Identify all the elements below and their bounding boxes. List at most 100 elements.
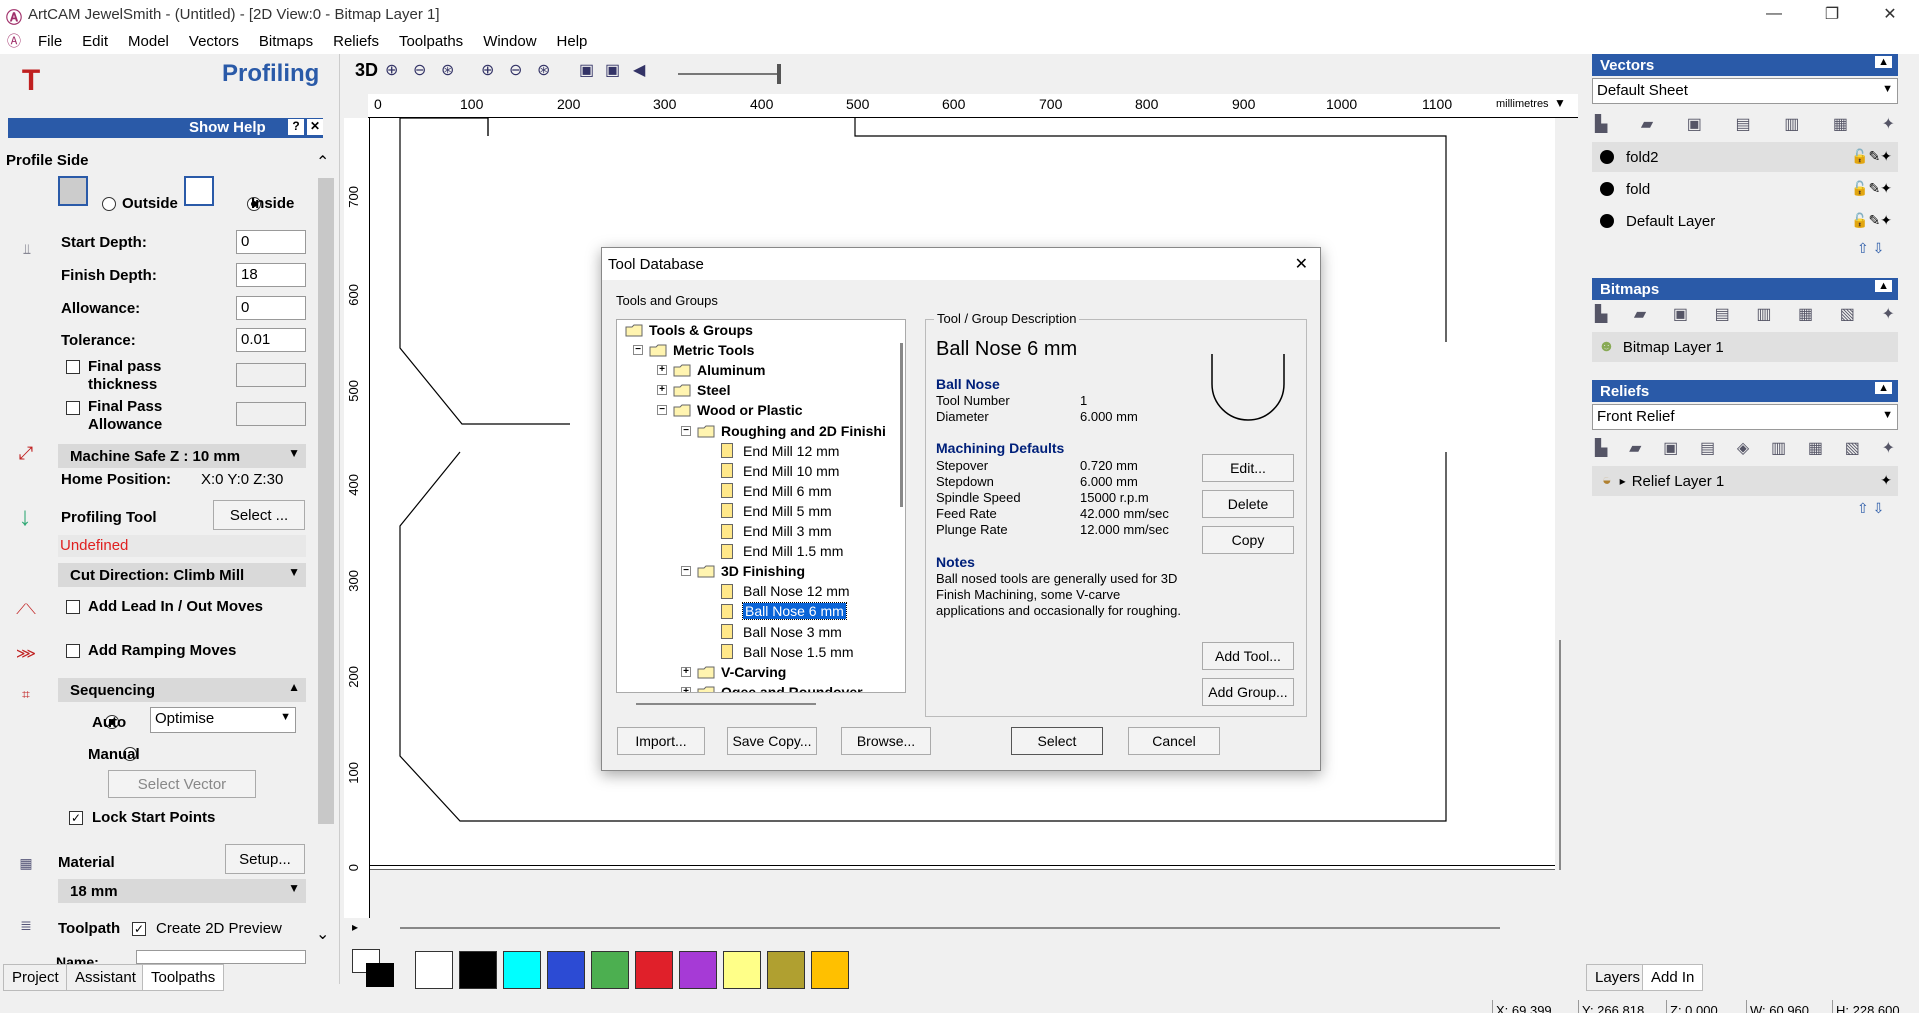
- final-pass-allowance-checkbox[interactable]: [66, 401, 80, 415]
- layer-color-icon[interactable]: [1600, 182, 1614, 196]
- vertical-scrollbar[interactable]: [1559, 640, 1561, 870]
- optimise-select[interactable]: Optimise ▼: [150, 707, 296, 733]
- swatch-amber[interactable]: [811, 951, 849, 989]
- bitmap-overlay-icon[interactable]: ▣: [579, 60, 594, 80]
- tree-group-item[interactable]: + Steel: [657, 380, 730, 400]
- menu-vectors[interactable]: Vectors: [179, 33, 249, 50]
- collapse-up-icon[interactable]: ▲: [1875, 382, 1892, 394]
- outside-radio[interactable]: [102, 197, 116, 211]
- add-group-button[interactable]: Add Group...: [1202, 678, 1294, 706]
- save-icon[interactable]: ▣: [1673, 304, 1688, 328]
- ruler-menu-icon[interactable]: ▼: [1554, 96, 1566, 110]
- menu-file[interactable]: File: [28, 33, 72, 50]
- tolerance-input[interactable]: 0.01: [236, 328, 306, 352]
- new-layer-icon[interactable]: ▙: [1595, 114, 1607, 138]
- tree-tool-item[interactable]: End Mill 6 mm: [721, 481, 832, 501]
- open-folder-icon[interactable]: ▰: [1641, 114, 1653, 138]
- swatch-purple[interactable]: [679, 951, 717, 989]
- open-folder-icon[interactable]: ▰: [1634, 304, 1646, 328]
- import-button[interactable]: Import...: [617, 727, 705, 755]
- relief-visibility-icon[interactable]: ✦: [1880, 472, 1892, 489]
- dialog-close-button[interactable]: ✕: [1295, 254, 1308, 274]
- sheet-select[interactable]: Default Sheet ▼: [1592, 78, 1898, 104]
- dropdown-arrow-icon[interactable]: ▼: [288, 446, 300, 460]
- final-pass-allowance-input[interactable]: [236, 402, 306, 426]
- horizontal-scrollbar[interactable]: [400, 927, 1500, 929]
- secondary-color[interactable]: [366, 963, 394, 987]
- cancel-button[interactable]: Cancel: [1128, 727, 1220, 755]
- collapse-up-icon[interactable]: ⌃: [316, 152, 329, 172]
- expand-plus-icon[interactable]: +: [657, 385, 667, 396]
- zoom-all-icon[interactable]: ⊛: [537, 60, 550, 80]
- dropdown-arrow-icon[interactable]: ▼: [288, 881, 300, 895]
- zoom-box-icon[interactable]: ⊖: [509, 60, 522, 80]
- light-icon[interactable]: ✦: [1882, 304, 1895, 328]
- expand-plus-icon[interactable]: +: [657, 365, 667, 376]
- swatch-white[interactable]: [415, 951, 453, 989]
- tool-tree[interactable]: Tools & Groups − Metric Tools + Aluminum + Ste…: [616, 319, 906, 693]
- allowance-input[interactable]: 0: [236, 296, 306, 320]
- layer-lock-visibility-icons[interactable]: 🔓✎✦: [1851, 212, 1892, 229]
- swatch-cyan[interactable]: [503, 951, 541, 989]
- menu-reliefs[interactable]: Reliefs: [323, 33, 389, 50]
- swatch-green[interactable]: [591, 951, 629, 989]
- grey-icon[interactable]: ▥: [1756, 304, 1771, 328]
- minimize-button[interactable]: —: [1745, 0, 1803, 28]
- expand-plus-icon[interactable]: +: [681, 686, 691, 692]
- save-copy-button[interactable]: Save Copy...: [727, 727, 817, 755]
- scroll-left-icon[interactable]: ▸: [352, 920, 358, 934]
- paste-icon[interactable]: ▤: [1700, 438, 1715, 462]
- edit-tool-button[interactable]: Edit...: [1202, 454, 1294, 482]
- final-pass-thickness-input[interactable]: [236, 363, 306, 387]
- dropdown-arrow-icon[interactable]: ▼: [280, 711, 291, 723]
- dropdown-arrow-icon[interactable]: ▼: [1882, 409, 1893, 421]
- tree-group-item[interactable]: − Roughing and 2D Finishi: [681, 421, 886, 441]
- copy-tool-button[interactable]: Copy: [1202, 526, 1294, 554]
- vectors-header[interactable]: Vectors ▲: [1592, 54, 1898, 76]
- move-relief-arrows-icon[interactable]: ⇧ ⇩: [1857, 500, 1884, 517]
- layer-color-icon[interactable]: [1600, 214, 1614, 228]
- select-tool-button[interactable]: Select ...: [213, 500, 305, 530]
- tree-tool-item[interactable]: End Mill 12 mm: [721, 441, 839, 461]
- delete-icon[interactable]: ▧: [1840, 304, 1855, 328]
- tree-tool-item[interactable]: Ball Nose 3 mm: [721, 622, 842, 642]
- lead-in-checkbox[interactable]: [66, 600, 80, 614]
- relief-image-icon[interactable]: ▦: [1808, 438, 1823, 462]
- collapse-up-icon[interactable]: ▲: [1875, 56, 1892, 68]
- maximize-button[interactable]: ❐: [1803, 0, 1861, 28]
- tree-horizontal-scrollbar[interactable]: [636, 703, 816, 705]
- material-setup-button[interactable]: Setup...: [225, 844, 305, 874]
- swatch-olive[interactable]: [767, 951, 805, 989]
- tree-tool-item[interactable]: End Mill 1.5 mm: [721, 541, 843, 561]
- final-pass-thickness-checkbox[interactable]: [66, 360, 80, 374]
- view-3d-button[interactable]: 3D: [355, 60, 378, 81]
- expand-arrow-icon[interactable]: ▸: [1620, 474, 1626, 488]
- properties-icon[interactable]: ▥: [1771, 438, 1786, 462]
- help-close-icon[interactable]: ✕: [307, 119, 323, 135]
- combine-icon[interactable]: ◈: [1737, 438, 1749, 462]
- light-icon[interactable]: ✦: [1882, 114, 1895, 138]
- tab-assistant[interactable]: Assistant: [66, 964, 145, 991]
- tree-tool-item[interactable]: Ball Nose 12 mm: [721, 581, 850, 601]
- outside-profile-icon[interactable]: [58, 176, 88, 206]
- tree-group-item[interactable]: + Ogee and Roundover: [681, 682, 863, 692]
- reliefs-header[interactable]: Reliefs ▲: [1592, 380, 1898, 402]
- tree-group-item[interactable]: Tools & Groups: [625, 320, 753, 340]
- menu-bitmaps[interactable]: Bitmaps: [249, 33, 323, 50]
- tab-add-in[interactable]: Add In: [1642, 964, 1704, 991]
- create-preview-checkbox[interactable]: ✓: [132, 922, 146, 936]
- rotate-view-icon[interactable]: ◀: [633, 60, 645, 80]
- bitmap-layer-row[interactable]: ☻ Bitmap Layer 1: [1592, 332, 1898, 362]
- new-bitmap-icon[interactable]: ▙: [1595, 304, 1607, 328]
- help-question-icon[interactable]: ?: [288, 119, 304, 135]
- show-help-bar[interactable]: Show Help ? ✕: [8, 118, 323, 138]
- delete-icon[interactable]: ▧: [1845, 438, 1860, 462]
- tree-tool-item[interactable]: End Mill 3 mm: [721, 521, 832, 541]
- finish-depth-input[interactable]: 18: [236, 263, 306, 287]
- tab-toolpaths[interactable]: Toolpaths: [142, 964, 225, 991]
- paste-icon[interactable]: ▤: [1715, 304, 1730, 328]
- layer-row-fold[interactable]: fold 🔓✎✦: [1592, 174, 1898, 204]
- machine-safe-z-row[interactable]: Machine Safe Z : 10 mm ▼: [58, 444, 306, 468]
- collapse-up-icon[interactable]: ▲: [288, 680, 300, 694]
- layer-color-icon[interactable]: [1600, 150, 1614, 164]
